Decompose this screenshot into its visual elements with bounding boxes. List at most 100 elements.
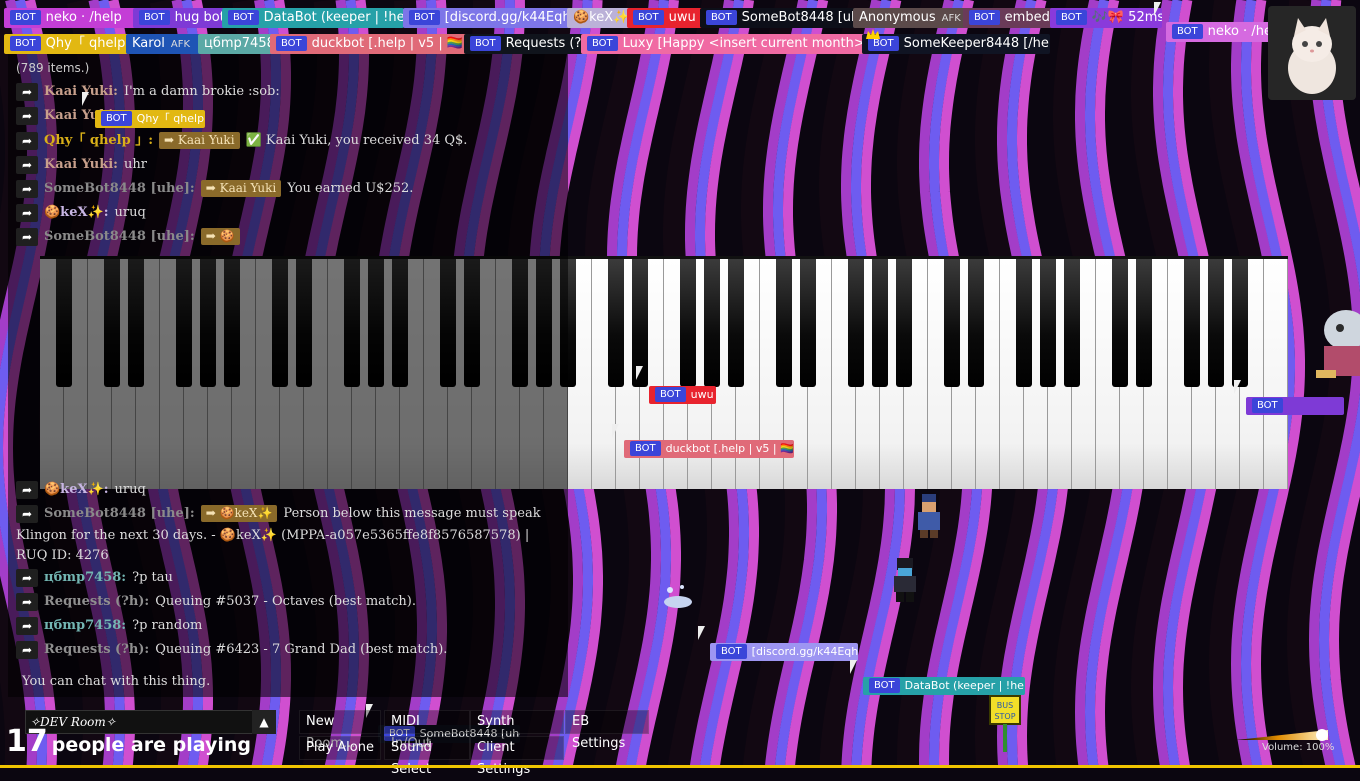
piano-black-key[interactable] [1232,259,1248,387]
chat-author[interactable]: цбmp7458: [44,570,126,585]
cursor-icon [698,626,705,640]
bot-badge: BOT [655,387,686,402]
chat-author[interactable]: 🍪keX✨: [44,482,109,497]
participant-tag[interactable]: Karol AFK [126,34,206,54]
participant-tag[interactable]: BOT Qhy「 qhelp 」 [4,34,134,54]
new-room-button[interactable]: New Room... [299,710,381,751]
piano-black-key[interactable] [872,259,888,387]
reply-arrow-icon[interactable]: ➦ [16,504,38,523]
chat-author[interactable]: SomeBot8448 [uhe]: [44,506,195,521]
cursor-icon [850,660,857,674]
player-sprite [1310,300,1360,390]
reply-arrow-icon[interactable]: ➦ [16,616,38,635]
chat-author[interactable]: 🍪keX✨: [44,205,109,220]
chat-message: ➦ SomeBot8448 [uhe]: ➡ 🍪keX✨ Person below t… [16,502,541,526]
piano-black-key[interactable] [1136,259,1152,387]
piano-black-key[interactable] [776,259,792,387]
participant-name: цбmp7458 [204,36,275,51]
chat-input[interactable]: You can chat with this thing. [22,674,210,689]
play-alone-button[interactable]: Play Alone [299,736,381,760]
participant-tag[interactable]: BOT duckbot [.help | v5 | 🏳️‍🌈 [624,440,794,458]
afk-badge: AFK [941,13,961,24]
piano-black-key[interactable] [848,259,864,387]
chat-author[interactable]: Kaai Yuki: [44,84,118,99]
bot-badge: BOT [869,678,900,693]
participant-tag[interactable]: BOT SomeKeeper8448 [/help] [862,34,1050,54]
participant-tag[interactable]: BOT [discord.gg/k44Eqha] [403,8,576,28]
reply-arrow-icon[interactable]: ➦ [16,640,38,659]
chat-author[interactable]: SomeBot8448 [uhe]: [44,229,195,244]
mention-chip: ➡ Kaai Yuki [159,132,240,149]
piano-black-key[interactable] [944,259,960,387]
midi-button[interactable]: MIDI In/Out [384,710,470,751]
participant-tag[interactable]: BOT hug bot [133,8,229,28]
participant-tag[interactable]: BOT uwu [627,8,707,28]
reply-arrow-icon[interactable]: ➦ [16,203,38,222]
participant-tag[interactable]: BOT uwu [649,386,716,404]
bot-badge: BOT [470,36,501,51]
participant-name: SomeBot8448 [uhe] [741,10,862,25]
piano-black-key[interactable] [1184,259,1200,387]
piano-black-key[interactable] [1208,259,1224,387]
synth-button[interactable]: Synth [470,710,564,734]
piano-black-key[interactable] [896,259,912,387]
bot-badge: BOT [706,10,737,25]
room-dropdown-button[interactable]: ▲ [252,710,276,734]
participant-tag[interactable]: BOT neko · /help [4,8,140,28]
piano-black-key[interactable] [1112,259,1128,387]
bot-badge: BOT [969,10,1000,25]
piano-white-key[interactable] [1264,259,1288,489]
chat-author[interactable]: SomeBot8448 [uhe]: [44,181,195,196]
reply-arrow-icon[interactable]: ➦ [16,592,38,611]
piano-black-key[interactable] [1016,259,1032,387]
chat-author[interactable]: Requests (?h): [44,642,149,657]
piano-black-key[interactable] [968,259,984,387]
participant-tag[interactable]: BOT [1246,397,1344,415]
participant-tag[interactable]: BOT SomeBot8448 [uhe] [700,8,862,28]
eb-settings-button[interactable]: EB Settings [565,710,649,751]
piano-black-key[interactable] [1064,259,1080,387]
piano-black-key[interactable] [680,259,696,387]
client-settings-button[interactable]: Client Settings [470,736,564,777]
chat-author[interactable]: Qhy「 qhelp 」: [44,133,153,148]
piano-black-key[interactable] [704,259,720,387]
participant-tag[interactable]: BOT embed [963,8,1057,28]
cursor-icon [1154,2,1161,16]
mention-chip: ➡ 🍪 [200,228,240,245]
volume-slider[interactable] [1236,728,1332,742]
participant-tag[interactable]: BOT Qhy「 qhelp 」 [95,110,205,128]
piano-black-key[interactable] [800,259,816,387]
reply-arrow-icon[interactable]: ➦ [16,480,38,499]
sound-select-button[interactable]: Sound Select [384,736,470,777]
reply-arrow-icon[interactable]: ➦ [16,106,38,125]
piano-black-key[interactable] [1040,259,1056,387]
reply-arrow-icon[interactable]: ➦ [16,82,38,101]
piano-black-key[interactable] [608,259,624,387]
participant-tag[interactable]: BOT duckbot [.help | v5 | 🏳️‍🌈] [270,34,470,54]
bot-badge: BOT [101,111,132,126]
participant-tag[interactable]: BOT Luxy [Happy <insert current month>]🏳️… [581,34,871,54]
participant-name: hug bot [174,10,225,25]
participant-tag[interactable]: цбmp7458 [198,34,276,54]
participant-name: Luxy [Happy <insert current month>]🏳️‍🌈 [622,36,871,51]
chat-author[interactable]: цбmp7458: [44,618,126,633]
chat-author[interactable]: Requests (?h): [44,594,149,609]
participant-tag[interactable]: BOT DataBot (keeper | !help) [863,677,1025,695]
participant-tag[interactable]: Anonymous AFK [853,8,969,28]
chat-author[interactable]: Kaai Yuki: [44,157,118,172]
participant-tag[interactable]: BOT DataBot (keeper | !help) [222,8,404,28]
participant-tag[interactable]: 🍪keX✨ [567,8,634,28]
participant-tag[interactable]: BOT [discord.gg/k44Eqha] [710,643,858,661]
reply-arrow-icon[interactable]: ➦ [16,568,38,587]
reply-arrow-icon[interactable]: ➦ [16,227,38,246]
participant-tag[interactable]: BOT 🎶🎀 52ms [1050,8,1162,28]
reply-arrow-icon[interactable]: ➦ [16,155,38,174]
cursor-icon [1234,380,1241,394]
reply-arrow-icon[interactable]: ➦ [16,179,38,198]
participant-tag[interactable]: BOT Requests (?h) [464,34,588,54]
player-count-number: 17 [6,724,48,759]
participant-tag[interactable]: BOT neko · /help [1166,22,1274,42]
reply-arrow-icon[interactable]: ➦ [16,131,38,150]
chat-text: ?p tau [132,570,173,585]
piano-black-key[interactable] [728,259,744,387]
